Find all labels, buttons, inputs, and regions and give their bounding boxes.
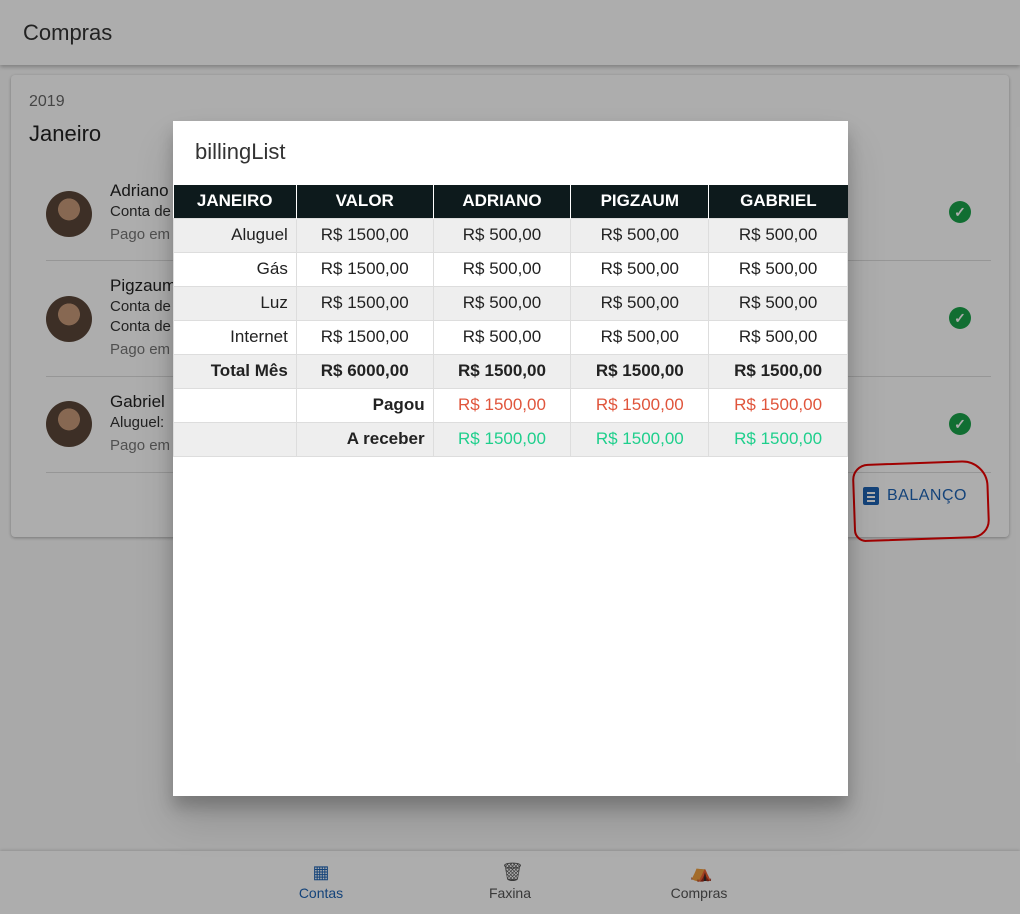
table-cell: R$ 500,00 [708, 319, 848, 355]
dialog-title: billingList [195, 139, 286, 164]
row-label: Aluguel [173, 217, 297, 253]
table-row: Aluguel R$ 1500,00 R$ 500,00 R$ 500,00 R… [173, 217, 848, 253]
table-cell: R$ 1500,00 [295, 319, 434, 355]
table-cell: R$ 500,00 [708, 217, 848, 253]
billing-table: JANEIRO VALOR ADRIANO PIGZAUM GABRIEL Al… [173, 185, 848, 457]
row-label: Internet [173, 319, 297, 355]
row-label: Total Mês [173, 353, 297, 389]
table-row: Gás R$ 1500,00 R$ 500,00 R$ 500,00 R$ 50… [173, 251, 848, 287]
row-label: Pagou [295, 387, 434, 423]
table-cell: R$ 1500,00 [432, 353, 572, 389]
table-row-paid: Pagou R$ 1500,00 R$ 1500,00 R$ 1500,00 [173, 387, 848, 423]
empty-cell [173, 421, 297, 457]
row-label: Luz [173, 285, 297, 321]
table-cell: R$ 1500,00 [570, 353, 710, 389]
column-header: JANEIRO [173, 185, 297, 218]
table-cell: R$ 500,00 [432, 285, 572, 321]
table-cell: R$ 500,00 [570, 319, 710, 355]
column-header: PIGZAUM [570, 185, 710, 218]
table-cell: R$ 500,00 [570, 217, 710, 253]
table-row: Luz R$ 1500,00 R$ 500,00 R$ 500,00 R$ 50… [173, 285, 848, 321]
table-cell: R$ 1500,00 [295, 285, 434, 321]
column-header: ADRIANO [433, 185, 572, 218]
table-cell: R$ 1500,00 [432, 421, 572, 457]
table-cell: R$ 1500,00 [570, 421, 710, 457]
table-cell: R$ 500,00 [432, 319, 572, 355]
table-cell: R$ 500,00 [432, 251, 572, 287]
table-cell: R$ 6000,00 [295, 353, 434, 389]
table-cell: R$ 1500,00 [708, 421, 848, 457]
table-cell: R$ 1500,00 [295, 217, 434, 253]
table-cell: R$ 500,00 [570, 251, 710, 287]
table-cell: R$ 1500,00 [708, 387, 848, 423]
table-row-total: Total Mês R$ 6000,00 R$ 1500,00 R$ 1500,… [173, 353, 848, 389]
table-cell: R$ 500,00 [432, 217, 572, 253]
table-cell: R$ 1500,00 [570, 387, 710, 423]
column-header: VALOR [296, 185, 434, 218]
billing-dialog: billingList JANEIRO VALOR ADRIANO PIGZAU… [173, 121, 848, 796]
table-header-row: JANEIRO VALOR ADRIANO PIGZAUM GABRIEL [173, 185, 848, 218]
table-cell: R$ 500,00 [708, 285, 848, 321]
empty-cell [173, 387, 297, 423]
column-header: GABRIEL [708, 185, 848, 218]
table-row-receive: A receber R$ 1500,00 R$ 1500,00 R$ 1500,… [173, 421, 848, 457]
table-cell: R$ 500,00 [570, 285, 710, 321]
table-cell: R$ 1500,00 [708, 353, 848, 389]
row-label: Gás [173, 251, 297, 287]
table-cell: R$ 1500,00 [295, 251, 434, 287]
table-row: Internet R$ 1500,00 R$ 500,00 R$ 500,00 … [173, 319, 848, 355]
table-cell: R$ 1500,00 [432, 387, 572, 423]
row-label: A receber [295, 421, 434, 457]
table-cell: R$ 500,00 [708, 251, 848, 287]
